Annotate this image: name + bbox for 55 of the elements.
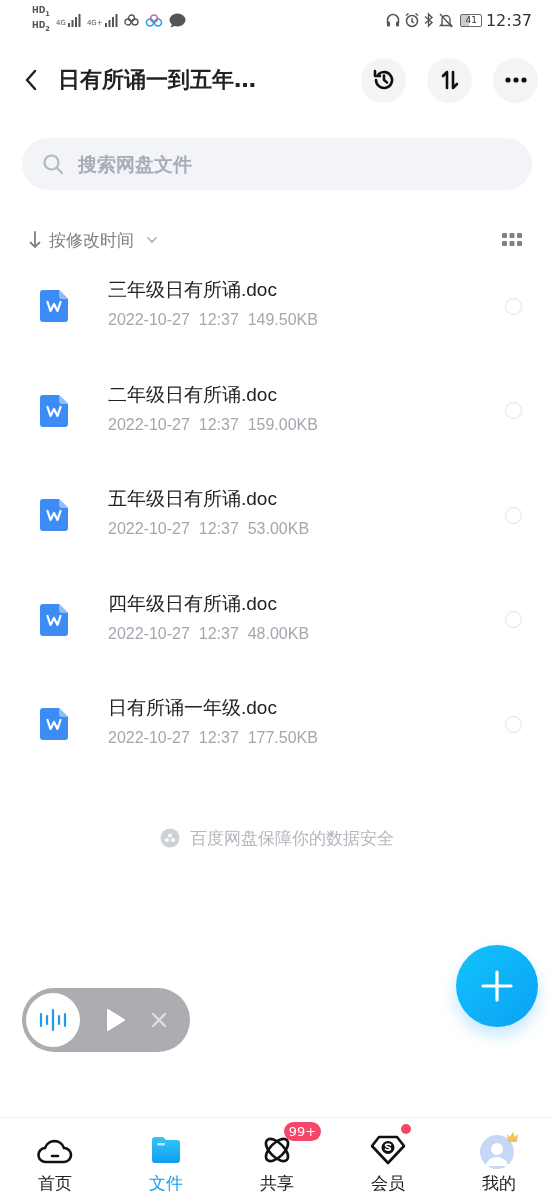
search-icon (42, 153, 64, 175)
file-name[interactable]: 日有所诵一年级.doc (108, 695, 505, 722)
security-note: 百度网盘保障你的数据安全 (190, 826, 394, 850)
document-icon (40, 499, 68, 532)
file-name[interactable]: 四年级日有所诵.doc (108, 590, 505, 617)
avatar-icon (478, 1130, 519, 1170)
back-icon[interactable] (24, 69, 38, 91)
alarm-icon (404, 12, 421, 28)
file-details: 2022-10-27 12:37 177.50KB (108, 729, 319, 748)
audio-wave-button[interactable] (26, 993, 80, 1047)
bluetooth-icon (423, 12, 435, 28)
document-icon (40, 394, 68, 427)
plus-icon (481, 970, 513, 1002)
folder-icon (150, 1136, 183, 1164)
document-icon (40, 708, 68, 741)
battery-level: 41 (460, 13, 482, 27)
sort-button[interactable] (427, 57, 472, 103)
signal-icon (103, 13, 118, 27)
clock-time: 12:37 (485, 10, 532, 30)
chevron-down-icon[interactable] (146, 236, 158, 244)
add-button[interactable] (456, 945, 538, 1027)
file-name[interactable]: 二年级日有所诵.doc (108, 381, 505, 408)
nav-tab[interactable]: 会员 (332, 1118, 444, 1200)
file-details: 2022-10-27 12:37 159.00KB (108, 415, 319, 434)
cloud-app-icon (144, 13, 163, 27)
file-name[interactable]: 五年级日有所诵.doc (108, 486, 505, 513)
file-details: 2022-10-27 12:37 48.00KB (108, 624, 311, 643)
close-icon[interactable] (151, 1012, 167, 1028)
cloud-outline-icon (123, 14, 139, 26)
diamond-icon (369, 1135, 406, 1165)
chat-bubble-icon (168, 12, 186, 28)
more-icon (503, 76, 528, 84)
document-icon (40, 603, 68, 636)
signal-icon (66, 13, 81, 27)
sort-option[interactable]: 按修改时间 (49, 228, 134, 252)
sim-label: HD$_{1}$ (32, 6, 50, 19)
notification-badge: 99+ (283, 1122, 322, 1141)
nav-tab[interactable]: 共享 99+ (221, 1118, 333, 1200)
play-icon[interactable] (106, 1008, 126, 1032)
history-button[interactable] (361, 57, 406, 103)
headphones-icon (385, 12, 402, 28)
search-field[interactable]: 搜索网盘文件 (22, 138, 532, 190)
muted-bell-icon (438, 12, 455, 28)
more-button[interactable] (493, 57, 538, 103)
file-name[interactable]: 三年级日有所诵.doc (108, 277, 505, 304)
document-icon (40, 290, 68, 323)
nav-tab[interactable]: 首页 (0, 1118, 111, 1200)
file-details: 2022-10-27 12:37 149.50KB (108, 311, 319, 330)
folder-title: 日有所诵一到五年… (58, 66, 257, 94)
down-arrow-icon (29, 231, 41, 249)
file-details: 2022-10-27 12:37 53.00KB (108, 520, 311, 539)
nav-tab[interactable]: 我的 (443, 1118, 554, 1200)
grid-view-icon[interactable] (502, 233, 522, 247)
sim-label: HD$_{2}$ (32, 21, 50, 34)
sound-wave-icon (38, 1007, 68, 1033)
